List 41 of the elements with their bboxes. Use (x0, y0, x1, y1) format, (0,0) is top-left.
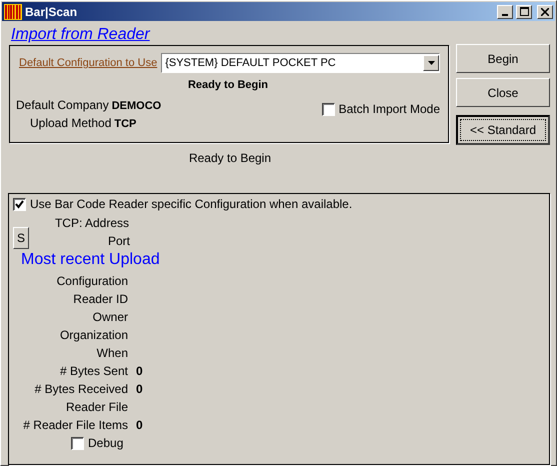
connection-label: TCP: Address (54, 215, 130, 232)
connection-label: Port (106, 233, 130, 250)
field-label: Upload Method (30, 116, 112, 130)
status-text: Ready to Begin (186, 79, 270, 91)
field-value: DEMOCO (112, 100, 162, 112)
minimize-button[interactable] (497, 4, 513, 18)
close-icon (541, 8, 549, 16)
maximize-button[interactable] (516, 4, 532, 18)
reader-config-checkbox[interactable]: Use Bar Code Reader specific Configuration when available. (13, 197, 545, 211)
batch-import-checkbox[interactable]: Batch Import Mode (322, 102, 440, 116)
section-title: Most recent Upload (21, 251, 161, 269)
dialog-button[interactable]: Close (456, 78, 550, 107)
detail-value: 0 (136, 381, 144, 398)
configuration-link[interactable]: Default Configuration to Use (19, 57, 158, 69)
detail-label: Owner (92, 309, 128, 326)
dropdown-arrow-icon (428, 61, 434, 65)
check-icon (15, 200, 24, 208)
detail-label: When (96, 345, 128, 362)
window-title: Bar|Scan (25, 4, 78, 18)
detail-value: 0 (136, 363, 144, 380)
minimize-icon (502, 14, 508, 16)
debug-checkbox[interactable]: Debug (71, 436, 545, 450)
dialog-button[interactable]: << Standard (456, 115, 550, 145)
detail-label: # Bytes Sent (58, 363, 128, 380)
close-button[interactable] (537, 4, 553, 18)
import-heading-link[interactable]: Import from Reader (11, 25, 150, 44)
detail-value: 0 (136, 417, 144, 434)
detail-label: Organization (58, 327, 128, 344)
detail-label: Configuration (56, 273, 128, 290)
dialog-button[interactable]: Begin (456, 44, 550, 73)
configuration-dropdown[interactable]: {SYSTEM} DEFAULT POCKET PC (161, 53, 440, 73)
barcode-icon (4, 4, 22, 20)
detail-label: # Reader File Items (22, 417, 128, 434)
status-text: Ready to Begin (188, 151, 272, 167)
detail-label: Reader File (64, 399, 128, 416)
s-button[interactable]: S (13, 227, 29, 249)
detail-label: # Bytes Received (34, 381, 128, 398)
field-label: Default Company (16, 98, 109, 112)
field-value: TCP (114, 118, 136, 130)
detail-label: Reader ID (72, 291, 128, 308)
maximize-icon (520, 7, 528, 16)
